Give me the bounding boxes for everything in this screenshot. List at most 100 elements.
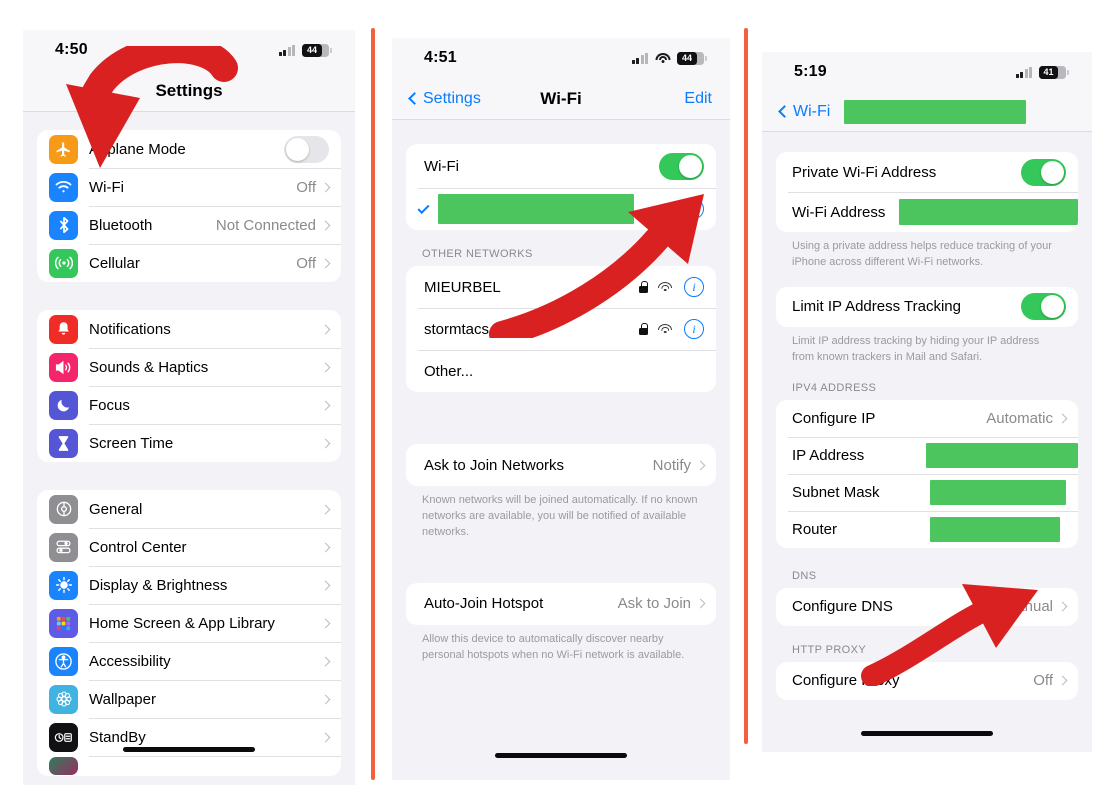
privacy-group: Private Wi-Fi Address Wi-Fi Address <box>776 152 1078 232</box>
battery-level: 44 <box>677 51 697 65</box>
screenshot-canvas: 4:50 44 Settings Airplane Mode Wi-Fi Off… <box>0 0 1100 800</box>
home-indicator <box>495 753 627 758</box>
wifi-status-icon <box>655 52 670 64</box>
list-item[interactable]: stormtacs i <box>406 308 716 350</box>
configure-proxy-row[interactable]: Configure Proxy Off <box>776 662 1078 700</box>
wifi-icon <box>49 172 78 202</box>
ip-address-row: IP Address <box>776 436 1078 474</box>
configure-ip-value: Automatic <box>986 409 1053 427</box>
auto-join-label: Auto-Join Hotspot <box>424 595 544 613</box>
chevron-right-icon <box>320 362 331 372</box>
limit-ip-tracking-toggle[interactable] <box>1021 293 1066 321</box>
private-wifi-address-toggle[interactable] <box>1021 158 1066 186</box>
status-bar: 5:19 41 <box>762 52 1092 92</box>
ask-to-join-row[interactable]: Ask to Join Networks Notify <box>406 444 716 486</box>
sidebar-item-value: Off <box>296 254 316 272</box>
edit-button[interactable]: Edit <box>684 90 712 108</box>
wifi-address-value-redacted <box>899 199 1078 225</box>
chevron-right-icon <box>320 732 331 742</box>
cellular-signal-icon <box>1015 66 1032 78</box>
wifi-signal-icon <box>658 324 672 334</box>
limit-tracking-group: Limit IP Address Tracking <box>776 286 1078 327</box>
configure-dns-row[interactable]: Configure DNS Manual <box>776 588 1078 626</box>
sidebar-item-accessibility[interactable]: Accessibility <box>37 642 341 680</box>
back-button-label: Settings <box>423 89 481 107</box>
sidebar-item-focus[interactable]: Focus <box>37 386 341 424</box>
bell-icon <box>49 314 78 344</box>
ask-to-join-group: Ask to Join Networks Notify <box>406 444 716 486</box>
back-button[interactable]: Settings <box>408 89 481 108</box>
status-bar: 4:51 44 <box>392 38 730 78</box>
chevron-left-icon <box>408 92 421 105</box>
status-indicators: 44 <box>631 51 707 65</box>
status-time: 4:51 <box>424 49 457 66</box>
network-info-icon[interactable]: i <box>684 199 704 219</box>
sidebar-item-label: Wallpaper <box>89 690 156 708</box>
list-item-other[interactable]: Other... <box>406 350 716 392</box>
sidebar-item-airplane-mode[interactable]: Airplane Mode <box>37 130 341 168</box>
settings-group-system: General Control Center Display & Brightn… <box>37 490 341 776</box>
lock-icon <box>639 323 649 335</box>
connected-network-row[interactable]: i <box>406 188 716 230</box>
sidebar-item-screen-time[interactable]: Screen Time <box>37 424 341 462</box>
private-wifi-address-row[interactable]: Private Wi-Fi Address <box>776 152 1078 192</box>
panel-separator-1 <box>371 28 375 780</box>
hourglass-icon <box>49 428 78 458</box>
status-time: 5:19 <box>794 63 827 80</box>
network-info-icon[interactable]: i <box>684 277 704 297</box>
sidebar-item-wifi[interactable]: Wi-Fi Off <box>37 168 341 206</box>
flower-icon <box>49 684 78 714</box>
phone-panel-settings: 4:50 44 Settings Airplane Mode Wi-Fi Off… <box>23 30 355 785</box>
auto-join-hotspot-row[interactable]: Auto-Join Hotspot Ask to Join <box>406 583 716 625</box>
battery-icon: 41 <box>1039 65 1069 79</box>
sliders-icon <box>49 532 78 562</box>
chevron-right-icon <box>1057 601 1068 612</box>
back-button[interactable]: Wi-Fi <box>778 103 830 121</box>
chevron-right-icon <box>1057 413 1068 424</box>
chevron-right-icon <box>695 598 706 609</box>
list-item[interactable]: MIEURBEL i <box>406 266 716 308</box>
wifi-toggle-row[interactable]: Wi-Fi <box>406 144 716 188</box>
airplane-mode-toggle[interactable] <box>284 135 329 163</box>
chevron-right-icon <box>1057 675 1068 686</box>
chevron-right-icon <box>320 220 331 230</box>
sidebar-item-wallpaper[interactable]: Wallpaper <box>37 680 341 718</box>
sidebar-item-display-brightness[interactable]: Display & Brightness <box>37 566 341 604</box>
wifi-toggle[interactable] <box>659 152 704 180</box>
sidebar-item-general[interactable]: General <box>37 490 341 528</box>
sidebar-item-control-center[interactable]: Control Center <box>37 528 341 566</box>
wifi-scroll-area[interactable]: Wi-Fi i OTHER NETWORKS MIEURBEL i stormt… <box>392 120 730 780</box>
chevron-right-icon <box>320 504 331 514</box>
ask-to-join-value: Notify <box>652 456 691 474</box>
sidebar-item-label: Accessibility <box>89 652 171 670</box>
sidebar-item-cellular[interactable]: Cellular Off <box>37 244 341 282</box>
privacy-footnote: Using a private address helps reduce tra… <box>792 240 1052 268</box>
partial-app-icon <box>49 757 78 775</box>
auto-join-hotspot-group: Auto-Join Hotspot Ask to Join <box>406 582 716 625</box>
sidebar-item-notifications[interactable]: Notifications <box>37 310 341 348</box>
sidebar-item-label: Bluetooth <box>89 216 153 234</box>
ip-address-value-redacted <box>926 442 1078 468</box>
sidebar-item-home-screen[interactable]: Home Screen & App Library <box>37 604 341 642</box>
configure-ip-row[interactable]: Configure IP Automatic <box>776 400 1078 437</box>
sidebar-item-label: Sounds & Haptics <box>89 358 209 376</box>
sidebar-item-sounds-haptics[interactable]: Sounds & Haptics <box>37 348 341 386</box>
home-indicator <box>123 747 255 752</box>
detail-scroll-area[interactable]: Private Wi-Fi Address Wi-Fi Address Usin… <box>762 132 1092 752</box>
sidebar-item-partial[interactable] <box>37 756 341 776</box>
status-bar: 4:50 44 <box>23 30 355 70</box>
configure-proxy-label: Configure Proxy <box>792 672 900 690</box>
sidebar-item-label: Home Screen & App Library <box>89 614 275 632</box>
standby-icon <box>49 722 78 752</box>
sidebar-item-bluetooth[interactable]: Bluetooth Not Connected <box>37 206 341 244</box>
settings-scroll-area[interactable]: Airplane Mode Wi-Fi Off Bluetooth Not Co… <box>23 112 355 785</box>
chevron-right-icon <box>320 580 331 590</box>
chevron-left-icon <box>778 105 791 118</box>
sidebar-item-label: Control Center <box>89 538 187 556</box>
limit-ip-tracking-row[interactable]: Limit IP Address Tracking <box>776 287 1078 327</box>
status-time: 4:50 <box>55 41 88 58</box>
chevron-right-icon <box>320 438 331 448</box>
cellular-signal-icon <box>631 52 648 64</box>
network-info-icon[interactable]: i <box>684 319 704 339</box>
sidebar-item-label: General <box>89 500 143 518</box>
